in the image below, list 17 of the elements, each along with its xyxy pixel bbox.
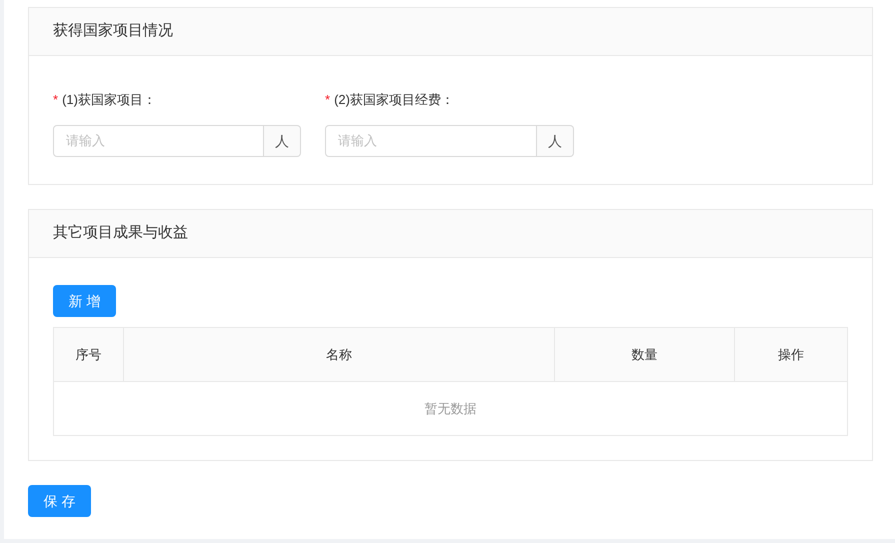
- empty-text: 暂无数据: [424, 400, 476, 418]
- field-label: (2)获国家项目经费：: [334, 91, 454, 110]
- add-button[interactable]: 新增: [53, 285, 116, 317]
- unit-addon: 人: [537, 125, 574, 157]
- section-title: 其它项目成果与收益: [53, 223, 188, 244]
- input-field[interactable]: 请输入: [325, 125, 537, 157]
- field-label: (1)获国家项目：: [62, 91, 156, 110]
- column-header: 名称: [124, 328, 555, 381]
- required-mark: *: [325, 91, 330, 110]
- column-header: 操作: [777, 346, 805, 364]
- column-header: 数量: [555, 328, 735, 381]
- unit-addon: 人: [264, 125, 301, 157]
- column-header: 序号: [54, 328, 124, 381]
- required-mark: *: [53, 91, 58, 110]
- save-button[interactable]: 保存: [28, 485, 91, 517]
- input-field[interactable]: 请输入: [53, 125, 264, 157]
- section-title: 获得国家项目情况: [53, 21, 173, 42]
